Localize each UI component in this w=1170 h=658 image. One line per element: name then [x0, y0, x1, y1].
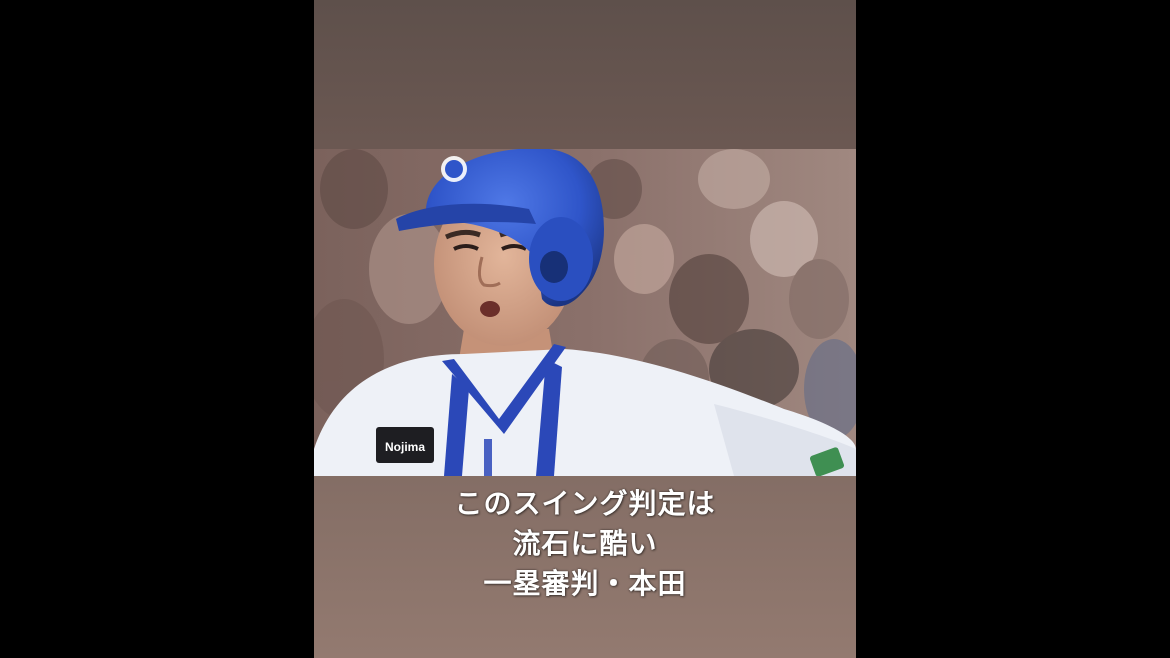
- jersey-patch: Nojima: [376, 427, 434, 463]
- video-frame[interactable]: Nojima: [314, 149, 856, 476]
- story-panel: Nojima このスイング判定は 流石に酷い 一塁審判・本田: [314, 0, 856, 658]
- caption-overlay: このスイング判定は 流石に酷い 一塁審判・本田: [314, 484, 856, 604]
- player-photo: Nojima: [314, 149, 856, 476]
- jersey-patch-text: Nojima: [385, 440, 425, 454]
- caption-line-2: 流石に酷い: [512, 527, 658, 560]
- caption-line-1: このスイング判定は: [454, 487, 716, 520]
- screen: Nojima このスイング判定は 流石に酷い 一塁審判・本田: [0, 0, 1170, 658]
- caption-line-3: 一塁審判・本田: [483, 567, 687, 600]
